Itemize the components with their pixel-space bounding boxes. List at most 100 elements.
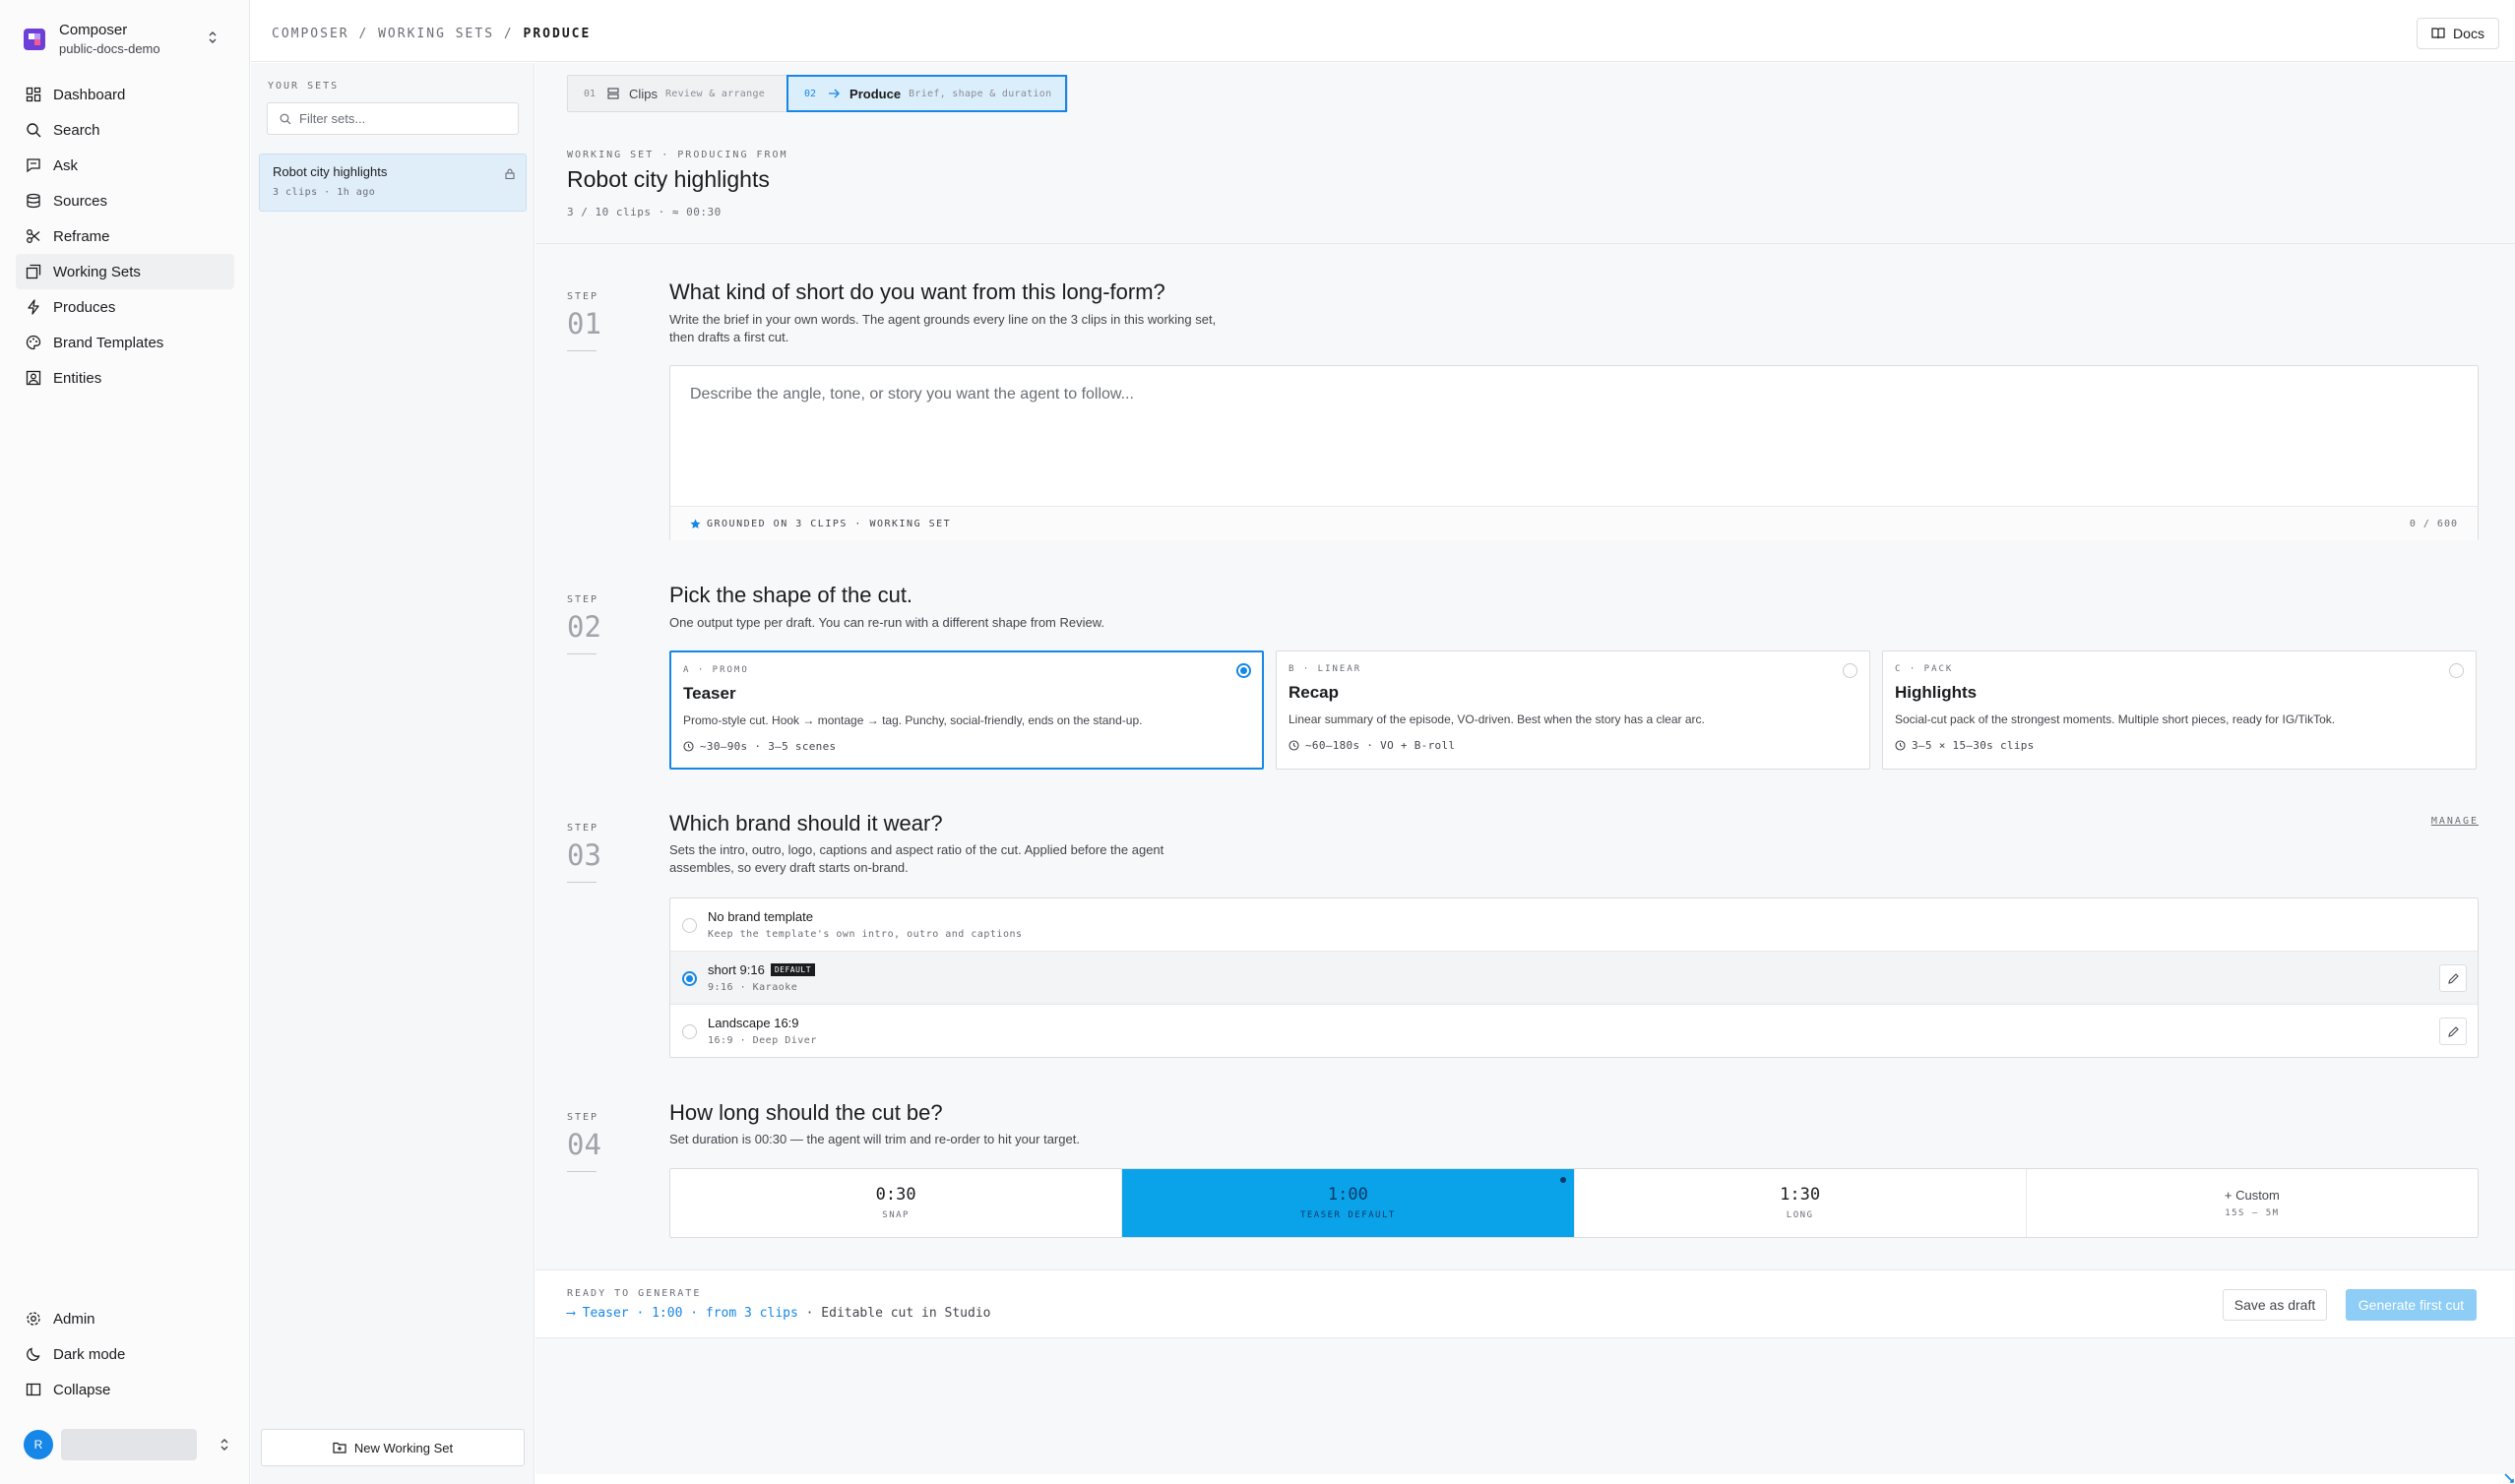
nav-label: Working Sets xyxy=(53,263,141,280)
nav-label: Admin xyxy=(53,1310,95,1328)
gear-icon xyxy=(26,1311,53,1327)
set-meta: 3 clips · 1h ago xyxy=(273,187,376,198)
brand-title: Landscape 16:9 xyxy=(708,1016,799,1030)
shape-meta-text: ~30–90s · 3–5 scenes xyxy=(700,740,837,753)
brand-radio[interactable] xyxy=(682,1024,697,1039)
workspace-logo xyxy=(24,29,45,50)
filter-sets-input[interactable]: Filter sets... xyxy=(267,102,519,135)
shape-option-recap[interactable]: B · LINEAR Recap Linear summary of the e… xyxy=(1276,650,1870,770)
breadcrumb-separator: / xyxy=(358,27,369,41)
duration-sub: SNAP xyxy=(882,1210,910,1220)
duration-option-030[interactable]: 0:30 SNAP xyxy=(670,1169,1123,1237)
star-icon xyxy=(690,519,707,529)
nav-label: Produces xyxy=(53,298,116,316)
chevron-updown-icon xyxy=(219,1437,230,1453)
breadcrumb-separator: / xyxy=(503,27,514,41)
shape-option-teaser[interactable]: A · PROMO Teaser Promo-style cut. Hook →… xyxy=(669,650,1264,770)
step1-desc-line: Write the brief in your own words. The a… xyxy=(669,312,1217,327)
tab-label: Clips xyxy=(629,86,658,101)
nav-item-brand-templates[interactable]: Brand Templates xyxy=(16,325,234,360)
tab-sub: Review & arrange xyxy=(664,88,766,99)
brand-radio[interactable] xyxy=(682,918,697,933)
step1-desc: Write the brief in your own words. The a… xyxy=(669,311,1216,346)
step-divider xyxy=(567,882,597,883)
generate-first-cut-button[interactable]: Generate first cut xyxy=(2346,1289,2477,1321)
dark-mode-toggle[interactable]: Dark mode xyxy=(16,1336,234,1372)
shape-meta-text: 3–5 × 15–30s clips xyxy=(1912,739,2035,752)
shape-meta-text: ~60–180s · VO + B-roll xyxy=(1305,739,1456,752)
tab-number: 02 xyxy=(804,88,817,99)
workspace-switcher[interactable]: Composer public-docs-demo xyxy=(24,20,232,59)
user-name-placeholder xyxy=(61,1429,197,1460)
shape-desc: Linear summary of the episode, VO-driven… xyxy=(1289,712,1705,726)
breadcrumb-working-sets[interactable]: WORKING SETS xyxy=(378,27,494,41)
duration-option-100[interactable]: 1:00 TEASER DEFAULT xyxy=(1122,1169,1575,1237)
step1-title: What kind of short do you want from this… xyxy=(669,279,1165,304)
duration-option-custom[interactable]: + Custom 15S – 5M xyxy=(2027,1169,2478,1237)
shape-option-highlights[interactable]: C · PACK Highlights Social-cut pack of t… xyxy=(1882,650,2477,770)
shape-radio[interactable] xyxy=(2449,663,2464,678)
breadcrumb-composer[interactable]: COMPOSER xyxy=(272,27,349,41)
edit-brand-button[interactable] xyxy=(2439,1018,2467,1045)
clock-icon xyxy=(1289,740,1305,751)
collapse-button[interactable]: Collapse xyxy=(16,1372,234,1407)
step-divider xyxy=(567,653,597,654)
stack-icon xyxy=(26,264,53,279)
tab-produce[interactable]: 02 Produce Brief, shape & duration xyxy=(786,75,1067,112)
shape-kicker: A · PROMO xyxy=(683,665,749,675)
clock-icon xyxy=(1895,740,1912,751)
avatar: R xyxy=(24,1430,53,1459)
nav-label: Collapse xyxy=(53,1381,111,1398)
nav-item-sources[interactable]: Sources xyxy=(16,183,234,218)
brand-list: No brand template Keep the template's ow… xyxy=(669,897,2479,1058)
bolt-icon xyxy=(26,299,53,315)
step3-desc-line: assembles, so every draft starts on-bran… xyxy=(669,860,909,875)
nav-label: Dashboard xyxy=(53,86,126,103)
brand-option-short-916[interactable]: short 9:16 DEFAULT 9:16 · Karaoke xyxy=(670,952,2478,1005)
brand-option-none[interactable]: No brand template Keep the template's ow… xyxy=(670,898,2478,952)
brand-sub: 9:16 · Karaoke xyxy=(708,982,798,993)
new-working-set-button[interactable]: New Working Set xyxy=(261,1429,525,1466)
chevron-updown-icon xyxy=(207,30,219,45)
nav-item-search[interactable]: Search xyxy=(16,112,234,148)
brief-input[interactable] xyxy=(690,386,2452,480)
sidebar: Composer public-docs-demo Dashboard Sear… xyxy=(0,0,250,1484)
step2-desc: One output type per draft. You can re-ru… xyxy=(669,615,1105,630)
nav-label: Search xyxy=(53,121,100,139)
arrow-right-icon xyxy=(828,88,849,99)
nav-item-working-sets[interactable]: Working Sets xyxy=(16,254,234,289)
edit-brand-button[interactable] xyxy=(2439,964,2467,992)
set-item[interactable]: Robot city highlights 3 clips · 1h ago xyxy=(259,154,527,212)
brand-radio[interactable] xyxy=(682,971,697,986)
tab-clips[interactable]: 01 Clips Review & arrange xyxy=(568,76,786,111)
step3-title: Which brand should it wear? xyxy=(669,811,943,835)
shape-radio[interactable] xyxy=(1236,663,1251,678)
user-menu[interactable]: R xyxy=(24,1428,230,1461)
nav-item-admin[interactable]: Admin xyxy=(16,1301,234,1336)
step-tabs: 01 Clips Review & arrange 02 Produce Bri… xyxy=(567,75,1068,112)
brand-option-landscape-169[interactable]: Landscape 16:9 16:9 · Deep Diver xyxy=(670,1005,2478,1058)
nav-label: Ask xyxy=(53,156,79,174)
nav-item-ask[interactable]: Ask xyxy=(16,148,234,183)
page-title: Robot city highlights xyxy=(567,166,770,192)
nav-item-entities[interactable]: Entities xyxy=(16,360,234,396)
step-label: STEP xyxy=(567,291,599,302)
tab-number: 01 xyxy=(584,88,597,99)
step4-desc: Set duration is 00:30 — the agent will t… xyxy=(669,1132,1080,1146)
docs-button[interactable]: Docs xyxy=(2417,18,2499,49)
chat-icon xyxy=(26,157,53,173)
shape-title: Highlights xyxy=(1895,683,1978,702)
step4-title: How long should the cut be? xyxy=(669,1100,943,1125)
nav-item-dashboard[interactable]: Dashboard xyxy=(16,77,234,112)
resize-corner-icon xyxy=(2503,1472,2515,1484)
manage-link[interactable]: MANAGE xyxy=(2431,816,2479,827)
duration-option-130[interactable]: 1:30 LONG xyxy=(1575,1169,2027,1237)
nav-item-reframe[interactable]: Reframe xyxy=(16,218,234,254)
dashboard-icon xyxy=(26,87,53,102)
shape-radio[interactable] xyxy=(1843,663,1857,678)
shape-desc: Social-cut pack of the strongest moments… xyxy=(1895,712,2336,726)
brand-title-text: Landscape 16:9 xyxy=(708,1016,799,1030)
save-draft-button[interactable]: Save as draft xyxy=(2223,1289,2327,1321)
pencil-icon xyxy=(2447,972,2459,984)
nav-item-produces[interactable]: Produces xyxy=(16,289,234,325)
